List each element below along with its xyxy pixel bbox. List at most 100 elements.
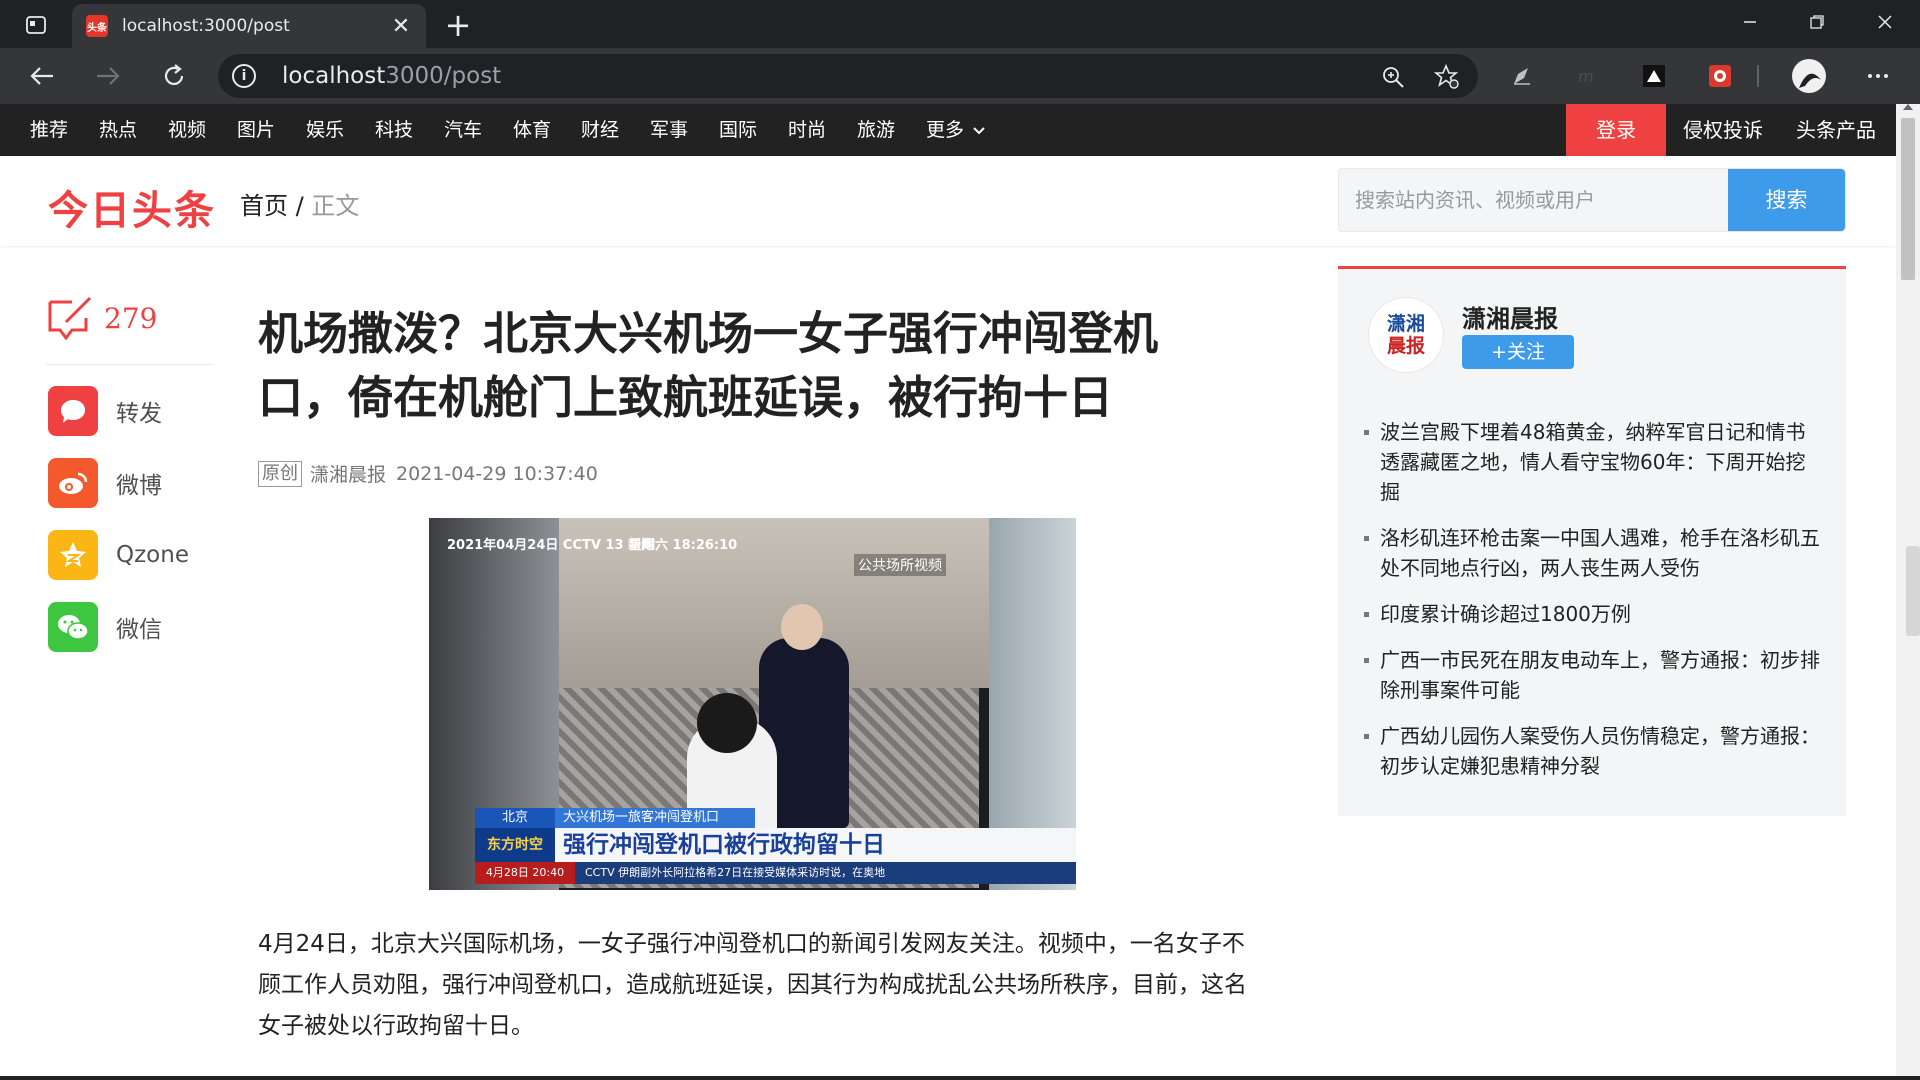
- list-item[interactable]: 印度累计确诊超过1800万例: [1364, 599, 1824, 629]
- url-text[interactable]: localhost3000/post: [282, 63, 501, 89]
- lower-subtitle: 大兴机场一旅客冲闯登机口: [555, 808, 755, 828]
- list-item[interactable]: 广西幼儿园伤人案受伤人员伤情稳定，警方通报：初步认定嫌犯患精神分裂: [1364, 721, 1824, 781]
- zoom-icon[interactable]: [1378, 62, 1408, 92]
- browser-toolbar: i localhost3000/post m: [0, 48, 1920, 104]
- publisher-name[interactable]: 潇湘晨报: [1462, 299, 1558, 334]
- share-label: 转发: [116, 401, 162, 427]
- list-item-text: 广西一市民死在朋友电动车上，警方通报：初步排除刑事案件可能: [1380, 648, 1820, 702]
- address-bar[interactable]: i localhost3000/post: [218, 54, 1478, 98]
- nav-item-auto[interactable]: 汽车: [444, 104, 482, 156]
- nav-item-fashion[interactable]: 时尚: [788, 104, 826, 156]
- breadcrumb-current: 正文: [311, 192, 360, 220]
- comment-icon: [48, 296, 92, 340]
- lower-date: 4月28日 20:40: [475, 862, 575, 884]
- search-button[interactable]: 搜索: [1728, 169, 1845, 231]
- article-body: 4月24日，北京大兴国际机场，一女子强行冲闯登机口的新闻引发网友关注。视频中，一…: [258, 931, 1247, 1039]
- article-image[interactable]: 2021年04月24日 CCTV 13 新闻 星期六 18:26:10 公共场所…: [429, 518, 1076, 890]
- cctv-logo: 2021年04月24日 CCTV 13 新闻: [447, 538, 655, 553]
- avatar-text-top: 潇湘: [1386, 313, 1425, 335]
- image-woman-head: [697, 693, 757, 753]
- new-tab-icon[interactable]: +: [440, 6, 476, 44]
- share-label: 微博: [116, 473, 162, 499]
- browser-tab[interactable]: 头条 localhost:3000/post ✕: [72, 4, 426, 48]
- comment-count[interactable]: 279: [46, 296, 157, 340]
- share-wechat[interactable]: 微信: [48, 602, 162, 652]
- nav-item-tech[interactable]: 科技: [375, 104, 413, 156]
- news-lower-third: 北京 大兴机场一旅客冲闯登机口 东方时空 强行冲闯登机口被行政拘留十日 4月28…: [475, 808, 1076, 890]
- share-divider: [46, 364, 212, 365]
- list-item-text: 洛杉矶连环枪击案一中国人遇难，枪手在洛杉矶五处不同地点行凶，两人丧生两人受伤: [1380, 526, 1820, 580]
- reload-icon[interactable]: [152, 58, 196, 94]
- share-qzone[interactable]: Qzone: [48, 530, 189, 580]
- toolbar-divider: [1756, 62, 1760, 90]
- site-logo[interactable]: 今日头条: [48, 178, 216, 236]
- weibo-icon: [48, 458, 98, 508]
- lower-program: 东方时空: [475, 828, 555, 862]
- list-item[interactable]: 波兰宫殿下埋着48箱黄金，纳粹军官日记和情书透露藏匿之地，情人看守宝物60年：下…: [1364, 417, 1824, 507]
- add-favorite-icon[interactable]: [1432, 62, 1462, 92]
- bullet-icon: [1364, 536, 1369, 541]
- article-time: 2021-04-29 10:37:40: [396, 462, 598, 485]
- nav-item-travel[interactable]: 旅游: [857, 104, 895, 156]
- tab-close-icon[interactable]: ✕: [386, 14, 416, 39]
- window-close-icon[interactable]: [1850, 0, 1920, 44]
- qzone-icon: [48, 530, 98, 580]
- list-item-text: 波兰宫殿下埋着48箱黄金，纳粹军官日记和情书透露藏匿之地，情人看守宝物60年：下…: [1380, 420, 1806, 504]
- cctv-timestamp: 星期六 18:26:10: [629, 538, 738, 553]
- search-box: 搜索: [1338, 168, 1846, 232]
- login-button[interactable]: 登录: [1566, 104, 1666, 156]
- bullet-icon: [1364, 612, 1369, 617]
- nav-item-hot[interactable]: 热点: [99, 104, 137, 156]
- publisher-avatar[interactable]: 潇湘 晨报: [1368, 297, 1444, 373]
- avatar-text-bottom: 晨报: [1386, 335, 1425, 357]
- nav-more-label: 更多: [926, 119, 965, 141]
- nav-item-recommend[interactable]: 推荐: [30, 104, 68, 156]
- hot-news-list: 波兰宫殿下埋着48箱黄金，纳粹军官日记和情书透露藏匿之地，情人看守宝物60年：下…: [1364, 417, 1824, 797]
- report-link[interactable]: 侵权投诉: [1683, 104, 1763, 156]
- list-item-text: 印度累计确诊超过1800万例: [1380, 602, 1631, 626]
- share-forward[interactable]: 转发: [48, 386, 162, 436]
- more-menu-icon[interactable]: [1864, 62, 1892, 90]
- restore-icon[interactable]: [1782, 0, 1852, 44]
- products-link[interactable]: 头条产品: [1796, 104, 1876, 156]
- share-weibo[interactable]: 微博: [48, 458, 162, 508]
- faded-extension-icon[interactable]: m: [1574, 62, 1602, 90]
- article-meta: 原创 潇湘晨报 2021-04-29 10:37:40: [258, 460, 598, 487]
- nav-item-sports[interactable]: 体育: [513, 104, 551, 156]
- scrollbar-thumb[interactable]: [1901, 118, 1915, 280]
- nav-item-finance[interactable]: 财经: [581, 104, 619, 156]
- scroll-up-arrow-icon[interactable]: [1903, 104, 1913, 110]
- nav-item-entertainment[interactable]: 娱乐: [306, 104, 344, 156]
- pen-extension-icon[interactable]: [1508, 62, 1536, 90]
- bottom-edge: [0, 1076, 1920, 1080]
- bullet-icon: [1364, 658, 1369, 663]
- comment-count-number: 279: [104, 301, 158, 335]
- tab-actions-icon[interactable]: [14, 10, 58, 40]
- minimize-icon[interactable]: [1715, 0, 1785, 44]
- publisher-sidebar: 潇湘 晨报 潇湘晨报 +关注 波兰宫殿下埋着48箱黄金，纳粹军官日记和情书透露藏…: [1338, 266, 1846, 816]
- follow-button[interactable]: +关注: [1462, 335, 1574, 369]
- svg-text:m: m: [1578, 67, 1594, 86]
- article-source[interactable]: 潇湘晨报: [310, 460, 386, 487]
- wechat-icon: [48, 602, 98, 652]
- profile-avatar[interactable]: [1790, 57, 1828, 95]
- nav-item-video[interactable]: 视频: [168, 104, 206, 156]
- forward-arrow-icon[interactable]: [86, 58, 130, 94]
- image-staff-head: [781, 604, 823, 650]
- mountain-extension-icon[interactable]: [1640, 62, 1668, 90]
- side-panel-handle[interactable]: [1906, 546, 1920, 636]
- site-info-icon[interactable]: i: [232, 64, 256, 88]
- back-arrow-icon[interactable]: [20, 58, 64, 94]
- list-item[interactable]: 洛杉矶连环枪击案一中国人遇难，枪手在洛杉矶五处不同地点行凶，两人丧生两人受伤: [1364, 523, 1824, 583]
- nav-item-images[interactable]: 图片: [237, 104, 275, 156]
- breadcrumb-home[interactable]: 首页: [240, 192, 288, 220]
- nav-item-military[interactable]: 军事: [650, 104, 688, 156]
- lower-headline: 强行冲闯登机口被行政拘留十日: [555, 828, 1076, 862]
- original-badge: 原创: [258, 460, 302, 487]
- nav-item-more[interactable]: 更多: [926, 104, 986, 156]
- search-input[interactable]: [1339, 169, 1729, 231]
- red-extension-icon[interactable]: [1706, 62, 1734, 90]
- list-item[interactable]: 广西一市民死在朋友电动车上，警方通报：初步排除刑事案件可能: [1364, 645, 1824, 705]
- nav-item-international[interactable]: 国际: [719, 104, 757, 156]
- forward-icon: [48, 386, 98, 436]
